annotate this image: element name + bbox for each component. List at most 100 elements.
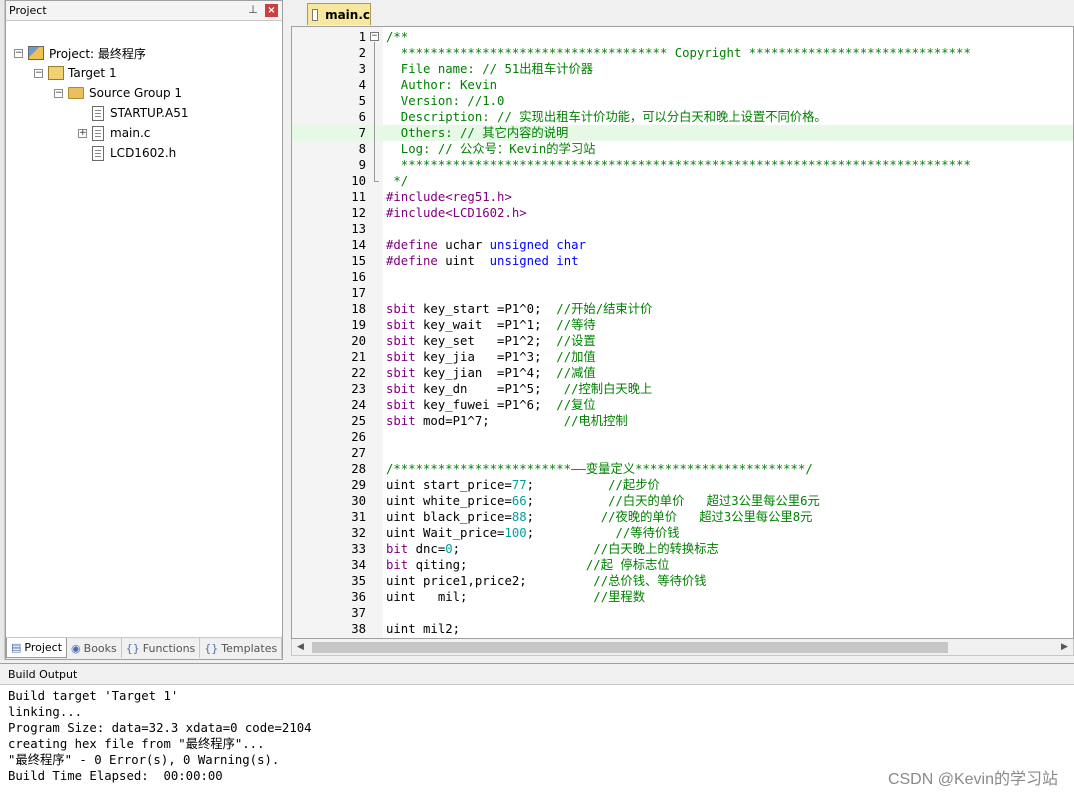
code-line[interactable]: 23 sbit key_dn =P1^5; //控制白天晚上 xyxy=(292,381,1073,397)
editor-tabbar: main.c xyxy=(287,0,1074,26)
line-number: 5 xyxy=(358,94,366,108)
tab-main-c[interactable]: main.c xyxy=(307,3,371,25)
fold-icon[interactable]: − xyxy=(370,32,379,41)
line-number: 35 xyxy=(351,574,366,588)
code-text: sbit mod=P1^7; //电机控制 xyxy=(386,414,628,428)
code-line[interactable]: 24 sbit key_fuwei =P1^6; //复位 xyxy=(292,397,1073,413)
code-text: */ xyxy=(386,174,409,188)
scroll-right-icon[interactable]: ▶ xyxy=(1058,641,1071,654)
code-line[interactable]: 29 uint start_price=77; //起步价 xyxy=(292,477,1073,493)
code-line[interactable]: 18 sbit key_start =P1^0; //开始/结束计价 xyxy=(292,301,1073,317)
code-text: sbit key_dn =P1^5; //控制白天晚上 xyxy=(386,382,653,396)
line-number: 28 xyxy=(351,462,366,476)
project-icon: ▤ xyxy=(11,641,22,654)
line-number: 15 xyxy=(351,254,366,268)
code-line[interactable]: 14 #define uchar unsigned char xyxy=(292,237,1073,253)
line-number: 23 xyxy=(351,382,366,396)
build-output-line: linking... xyxy=(8,705,83,719)
fold-guide-end xyxy=(374,181,379,182)
collapse-icon[interactable]: − xyxy=(54,88,63,98)
code-line[interactable]: 19 sbit key_wait =P1^1; //等待 xyxy=(292,317,1073,333)
tab-templates[interactable]: {} Templates xyxy=(200,638,283,658)
tab-books[interactable]: ◉ Books xyxy=(67,638,122,658)
line-number: 31 xyxy=(351,510,366,524)
code-line[interactable]: 26 xyxy=(292,429,1073,445)
folder-icon xyxy=(68,87,84,99)
scroll-thumb[interactable] xyxy=(312,642,948,653)
collapse-icon[interactable]: − xyxy=(34,68,43,78)
line-number: 10 xyxy=(351,174,366,188)
fold-guide xyxy=(374,42,375,181)
tree-item-file[interactable]: LCD1602.h xyxy=(78,144,176,162)
tree-item-file[interactable]: STARTUP.A51 xyxy=(78,104,188,122)
code-line[interactable]: 22 sbit key_jian =P1^4; //减值 xyxy=(292,365,1073,381)
code-line[interactable]: 5 Version: //1.0 xyxy=(292,93,1073,109)
tab-label: Project xyxy=(24,641,63,654)
code-line[interactable]: 2 ************************************ C… xyxy=(292,45,1073,61)
tab-project[interactable]: ▤ Project xyxy=(6,638,68,658)
line-number: 26 xyxy=(351,430,366,444)
code-line[interactable]: 30 uint white_price=66; //白天的单价 超过3公里每公里6… xyxy=(292,493,1073,509)
tree-item-project[interactable]: − Project: 最终程序 xyxy=(14,44,146,62)
code-text: #include<reg51.h> xyxy=(386,190,512,204)
code-line[interactable]: 8 Log: // 公众号：Kevin的学习站 xyxy=(292,141,1073,157)
code-line[interactable]: 16 xyxy=(292,269,1073,285)
code-line[interactable]: 6 Description: // 实现出租车计价功能，可以分白天和晚上设置不同… xyxy=(292,109,1073,125)
code-text: uint Wait_price=100; //等待价钱 xyxy=(386,526,680,540)
expand-icon[interactable]: + xyxy=(78,128,87,138)
code-line[interactable]: 13 xyxy=(292,221,1073,237)
code-line[interactable]: 33 bit dnc=0; //白天晚上的转换标志 xyxy=(292,541,1073,557)
code-line[interactable]: 12 #include<LCD1602.h> xyxy=(292,205,1073,221)
code-line[interactable]: 28 /************************——变量定义*******… xyxy=(292,461,1073,477)
code-line[interactable]: 25 sbit mod=P1^7; //电机控制 xyxy=(292,413,1073,429)
close-icon[interactable]: × xyxy=(265,4,278,17)
code-line[interactable]: 10 */ xyxy=(292,173,1073,189)
tree-item-file[interactable]: + main.c xyxy=(78,124,150,142)
code-line[interactable]: 4 Author: Kevin xyxy=(292,77,1073,93)
line-number: 9 xyxy=(358,158,366,172)
line-number: 22 xyxy=(351,366,366,380)
file-icon xyxy=(92,145,104,161)
tree-item-folder[interactable]: − Source Group 1 xyxy=(54,84,182,102)
line-number: 11 xyxy=(351,190,366,204)
code-line[interactable]: 3 File name: // 51出租车计价器 xyxy=(292,61,1073,77)
code-line[interactable]: 20 sbit key_set =P1^2; //设置 xyxy=(292,333,1073,349)
code-line[interactable]: 38 uint mil2; xyxy=(292,621,1073,637)
code-line[interactable]: 15 #define uint unsigned int xyxy=(292,253,1073,269)
code-text: Log: // 公众号：Kevin的学习站 xyxy=(386,142,596,156)
code-line[interactable]: 37 xyxy=(292,605,1073,621)
code-text: sbit key_set =P1^2; //设置 xyxy=(386,334,596,348)
line-number: 33 xyxy=(351,542,366,556)
line-number: 14 xyxy=(351,238,366,252)
line-number: 12 xyxy=(351,206,366,220)
code-line[interactable]: 17 xyxy=(292,285,1073,301)
code-line[interactable]: 21 sbit key_jia =P1^3; //加值 xyxy=(292,349,1073,365)
code-line[interactable]: 32 uint Wait_price=100; //等待价钱 xyxy=(292,525,1073,541)
tree-item-target[interactable]: − Target 1 xyxy=(34,64,117,82)
collapse-icon[interactable]: − xyxy=(14,48,23,58)
code-line[interactable]: 34 bit qiting; //起 停标志位 xyxy=(292,557,1073,573)
code-line[interactable]: 1−/** xyxy=(292,29,1073,45)
code-line[interactable]: 9 **************************************… xyxy=(292,157,1073,173)
code-line[interactable]: 31 uint black_price=88; //夜晚的单价 超过3公里每公里8… xyxy=(292,509,1073,525)
code-text: uint mil2; xyxy=(386,622,461,636)
code-text: #define uint unsigned int xyxy=(386,254,579,268)
code-text: /** xyxy=(386,30,409,44)
pin-icon[interactable]: ⊥ xyxy=(246,3,260,17)
code-line[interactable]: 11 #include<reg51.h> xyxy=(292,189,1073,205)
file-icon xyxy=(312,8,319,21)
line-number: 36 xyxy=(351,590,366,604)
code-line[interactable]: 7 Others: // 其它内容的说明 xyxy=(292,125,1073,141)
code-line[interactable]: 27 xyxy=(292,445,1073,461)
scroll-left-icon[interactable]: ◀ xyxy=(294,641,307,654)
code-line[interactable]: 36 uint mil; //里程数 xyxy=(292,589,1073,605)
code-text: bit dnc=0; //白天晚上的转换标志 xyxy=(386,542,719,556)
tree-item-label: LCD1602.h xyxy=(110,146,177,160)
code-line[interactable]: 35 uint price1,price2; //总价钱、等待价钱 xyxy=(292,573,1073,589)
code-text: #define uchar unsigned char xyxy=(386,238,586,252)
tab-functions[interactable]: {} Functions xyxy=(122,638,201,658)
code-editor[interactable]: 1−/** 2 *********************************… xyxy=(291,26,1074,639)
code-text: Description: // 实现出租车计价功能，可以分白天和晚上设置不同价格… xyxy=(386,110,827,124)
horizontal-scrollbar[interactable]: ◀ ▶ xyxy=(291,639,1074,656)
line-number: 24 xyxy=(351,398,366,412)
